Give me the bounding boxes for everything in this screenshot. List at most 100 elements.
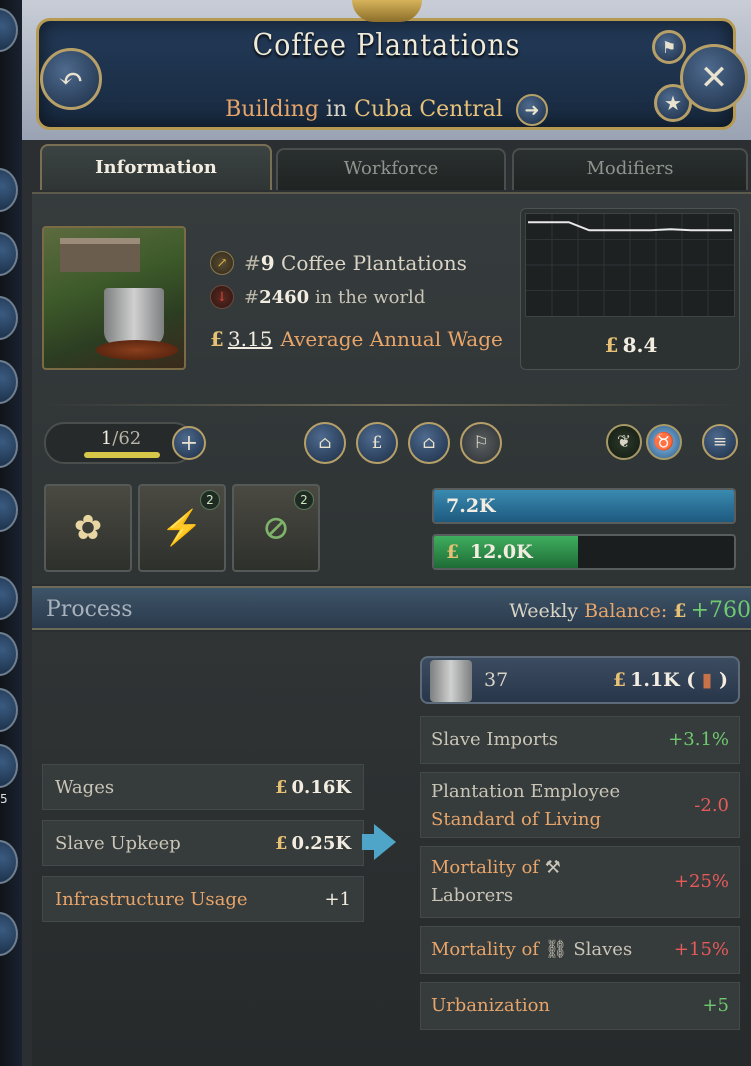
sidebar-button[interactable] [0, 688, 18, 732]
arrow-right-icon [374, 824, 396, 860]
cattle-icon[interactable]: ♉ [646, 424, 682, 460]
flag-button[interactable]: ⚐ [460, 422, 502, 464]
building-panel: Coffee Plantations Building in Cuba Cent… [22, 0, 751, 1066]
undo-arrow-icon: ↶ [58, 61, 84, 97]
sidebar-button[interactable] [0, 632, 18, 676]
balance-value: +760 [690, 598, 751, 623]
sidebar-button[interactable] [0, 488, 18, 532]
crop-rows-icon[interactable]: ✿ [44, 484, 132, 572]
input-row-slave-upkeep[interactable]: Slave Upkeep £0.25K [42, 820, 364, 866]
output-row-laborer-mortality[interactable]: Mortality of ⚒ Laborers +25% [420, 846, 740, 918]
process-body: Wages £0.16K Slave Upkeep £0.25K Infrast… [32, 632, 751, 1066]
wage-label: Average Annual Wage [280, 327, 503, 351]
menu-icon: ≡ [712, 432, 728, 452]
downsize-building-button[interactable]: ⌂ [408, 422, 450, 464]
page-subtitle: Building in Cuba Central ➜ [22, 94, 751, 126]
menu-button[interactable]: ≡ [702, 424, 738, 460]
output-price-value: 1.1K ( [630, 669, 696, 691]
tab-workforce[interactable]: Workforce [276, 148, 506, 190]
output-label: Laborers [431, 885, 514, 906]
wage-value[interactable]: 3.15 [228, 327, 273, 351]
output-row-urbanization[interactable]: Urbanization +5 [420, 982, 740, 1030]
weekly-balance: Weekly Balance: £ +760 [509, 598, 751, 623]
no-railway-icon[interactable]: ⊘ 2 [232, 484, 320, 572]
add-level-button[interactable]: + [172, 426, 206, 460]
back-button[interactable]: ↶ [40, 48, 102, 110]
output-label-link[interactable]: Mortality of [431, 857, 539, 878]
sidebar-button[interactable] [0, 168, 18, 212]
tab-information[interactable]: Information [40, 144, 272, 190]
rank-label: Coffee Plantations [281, 251, 467, 275]
page-title: Coffee Plantations [252, 28, 521, 63]
tile-badge: 2 [294, 490, 314, 510]
coffee-cup-shape [104, 288, 164, 346]
output-goods[interactable]: 37 £1.1K ( ▮ ) [420, 656, 740, 704]
sidebar-button[interactable] [0, 576, 18, 620]
sidebar-button[interactable] [0, 912, 18, 956]
output-label-link[interactable]: Standard of Living [431, 809, 601, 830]
header-ornament [352, 0, 422, 22]
flag-icon: ⚐ [473, 433, 489, 453]
pound-icon: £ [604, 333, 619, 357]
close-icon: ✕ [699, 58, 729, 98]
balance-label: Balance: [584, 600, 668, 622]
output-label-link[interactable]: Urbanization [431, 995, 550, 1016]
panel-header: Coffee Plantations Building in Cuba Cent… [22, 0, 751, 140]
whip-workers-icon[interactable]: ⚡ 2 [138, 484, 226, 572]
sidebar-button[interactable] [0, 360, 18, 404]
sidebar-button[interactable] [0, 840, 18, 884]
input-row-infrastructure[interactable]: Infrastructure Usage +1 [42, 876, 364, 922]
rank-hash: # [244, 251, 261, 275]
sidebar-count-badge: 5 [0, 792, 8, 806]
bar-label: 7.2K [446, 495, 496, 517]
plus-icon: + [179, 430, 199, 456]
sidebar-button[interactable] [0, 8, 18, 52]
signpost-button[interactable]: ⚑ [652, 30, 686, 64]
rank-number: 9 [260, 251, 275, 275]
sidebar-button[interactable] [0, 744, 18, 788]
pound-icon: £ [446, 541, 460, 563]
chart-current-value: £8.4 [521, 333, 741, 357]
seedling-icon[interactable]: ❦ [606, 424, 642, 460]
tab-modifiers[interactable]: Modifiers [512, 148, 748, 190]
employment-bar[interactable]: 7.2K [432, 488, 736, 524]
price-history-chart[interactable]: £8.4 [520, 208, 740, 370]
output-row-slave-mortality[interactable]: Mortality of ⛓ Slaves +15% [420, 926, 740, 974]
expand-building-button[interactable]: ⌂ [304, 422, 346, 464]
input-row-wages[interactable]: Wages £0.16K [42, 764, 364, 810]
output-label: Slave Imports [431, 729, 558, 750]
country-rank: ↗ #9 Coffee Plantations [210, 246, 510, 280]
chains-icon: ⛓ [544, 939, 568, 960]
output-value: +25% [673, 871, 729, 892]
input-value: £0.16K [275, 777, 351, 798]
process-header: Process Weekly Balance: £ +760 [32, 586, 751, 630]
building-image [42, 226, 186, 370]
output-label-link[interactable]: Mortality of [431, 939, 539, 960]
subtitle-location-link[interactable]: Cuba Central [354, 97, 503, 122]
close-button[interactable]: ✕ [680, 44, 748, 112]
output-row-slave-imports[interactable]: Slave Imports +3.1% [420, 716, 740, 764]
shovel-icon: ⚒ [544, 857, 561, 878]
cash-reserves-bar[interactable]: £ 12.0K [432, 534, 736, 570]
pound-icon: £ [673, 600, 687, 622]
arrow-right-icon[interactable]: ➜ [515, 94, 548, 126]
subtitle-connector: in [325, 97, 348, 122]
sidebar-button[interactable] [0, 424, 18, 468]
subsidize-button[interactable]: £ [356, 422, 398, 464]
input-amount: 0.16K [291, 776, 351, 798]
output-value: +5 [702, 995, 729, 1016]
arrow-up-right-icon: ↗ [210, 251, 234, 275]
input-label: Slave Upkeep [55, 832, 181, 854]
hut-shape [60, 238, 140, 272]
average-wage: £ 3.15 Average Annual Wage [210, 322, 510, 356]
output-row-standard-of-living[interactable]: Plantation Employee Standard of Living -… [420, 772, 740, 838]
information-content: ↗ #9 Coffee Plantations ↓ #2460 in the w… [32, 192, 751, 584]
output-price: £1.1K ( ▮ ) [613, 669, 728, 691]
sidebar-button[interactable] [0, 232, 18, 276]
bar-label: £ 12.0K [446, 541, 533, 563]
input-label: Infrastructure Usage [55, 888, 248, 910]
tile-badge: 2 [200, 490, 220, 510]
sidebar-button[interactable] [0, 296, 18, 340]
pound-icon: £ [274, 776, 288, 798]
downsize-building-icon: ⌂ [422, 433, 436, 453]
